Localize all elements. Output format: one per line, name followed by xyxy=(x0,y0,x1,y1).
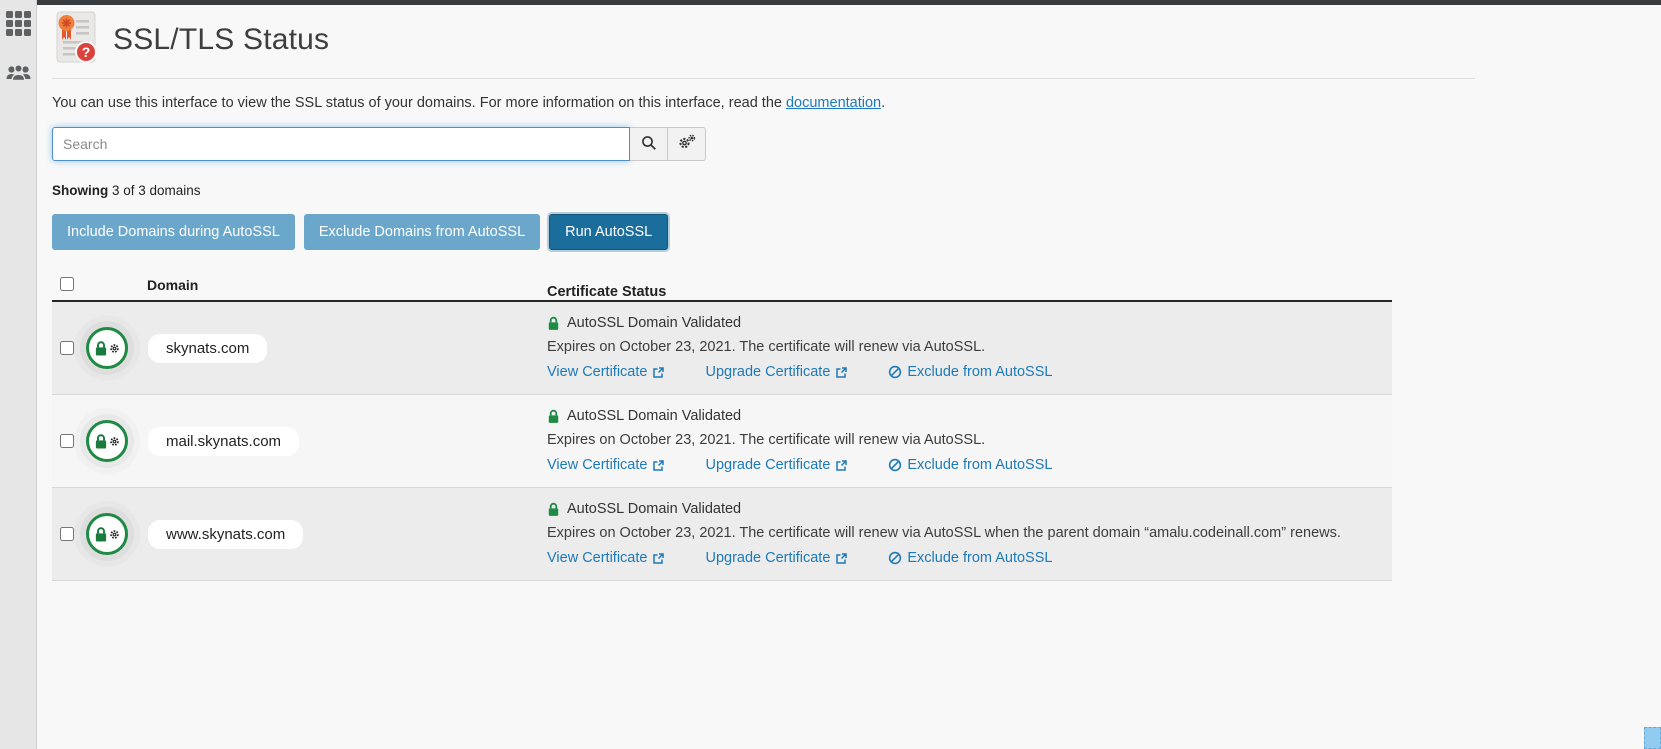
svg-text:?: ? xyxy=(82,44,91,60)
select-all-checkbox[interactable] xyxy=(60,276,74,291)
sidebar xyxy=(0,0,37,749)
lock-icon xyxy=(548,409,559,423)
autossl-actions: Include Domains during AutoSSL Exclude D… xyxy=(52,214,1475,251)
main-content: ? SSL/TLS Status You can use this interf… xyxy=(52,10,1475,582)
status-label: AutoSSL Domain Validated xyxy=(567,501,742,518)
ssl-lock-badge xyxy=(86,327,128,370)
expires-text: Expires on October 23, 2021. The certifi… xyxy=(547,432,986,449)
ban-icon xyxy=(889,458,902,472)
results-summary: Showing 3 of 3 domains xyxy=(52,183,1475,198)
top-accent-bar xyxy=(37,0,1661,5)
external-link-icon xyxy=(653,366,665,378)
ban-icon xyxy=(889,551,902,565)
exclude-from-autossl-link[interactable]: Exclude from AutoSSL xyxy=(888,364,1052,380)
domain-name: mail.skynats.com xyxy=(148,426,300,456)
row-checkbox[interactable] xyxy=(60,434,74,449)
results-summary-label: Showing xyxy=(52,183,109,198)
view-certificate-link[interactable]: View Certificate xyxy=(547,364,665,380)
gear-icon xyxy=(110,529,119,539)
exclude-from-autossl-link[interactable]: Exclude from AutoSSL xyxy=(888,550,1052,566)
documentation-link[interactable]: documentation xyxy=(786,95,881,111)
ssl-tls-status-page: ? SSL/TLS Status You can use this interf… xyxy=(0,0,1661,749)
external-link-icon xyxy=(836,552,848,564)
domains-table: Domain Certificate Status skynats.com Au… xyxy=(52,270,1392,582)
intro-text: You can use this interface to view the S… xyxy=(52,95,1475,111)
row-checkbox[interactable] xyxy=(60,527,74,542)
external-link-icon xyxy=(653,459,665,471)
view-certificate-link[interactable]: View Certificate xyxy=(547,550,665,566)
run-autossl-button[interactable]: Run AutoSSL xyxy=(549,214,669,251)
status-column-header: Certificate Status xyxy=(547,283,667,300)
upgrade-certificate-link[interactable]: Upgrade Certificate xyxy=(705,364,848,380)
ssl-certificate-icon: ? xyxy=(52,10,99,70)
external-link-icon xyxy=(653,552,665,564)
include-domains-button[interactable]: Include Domains during AutoSSL xyxy=(52,214,295,251)
ssl-lock-badge xyxy=(86,513,128,556)
table-row: www.skynats.com AutoSSL Domain Validated… xyxy=(52,488,1392,582)
intro-before: You can use this interface to view the S… xyxy=(52,95,786,111)
gear-icon xyxy=(110,436,119,446)
exclude-from-autossl-link[interactable]: Exclude from AutoSSL xyxy=(888,457,1052,473)
lock-icon xyxy=(548,502,559,516)
lock-icon xyxy=(95,526,107,542)
status-label: AutoSSL Domain Validated xyxy=(567,408,742,425)
ssl-lock-badge xyxy=(86,420,128,463)
page-title: SSL/TLS Status xyxy=(113,23,330,56)
intro-after: . xyxy=(881,95,886,111)
search-settings-button[interactable] xyxy=(668,127,706,161)
search-button[interactable] xyxy=(630,127,668,161)
external-link-icon xyxy=(836,459,848,471)
upgrade-certificate-link[interactable]: Upgrade Certificate xyxy=(705,550,848,566)
user-groups-icon[interactable] xyxy=(5,62,32,89)
upgrade-certificate-link[interactable]: Upgrade Certificate xyxy=(705,457,848,473)
table-row: mail.skynats.com AutoSSL Domain Validate… xyxy=(52,395,1392,489)
search-input[interactable] xyxy=(52,127,630,161)
domain-name: skynats.com xyxy=(148,333,268,363)
external-link-icon xyxy=(836,366,848,378)
lock-icon xyxy=(95,340,107,356)
domain-name: www.skynats.com xyxy=(148,519,304,549)
exclude-domains-button[interactable]: Exclude Domains from AutoSSL xyxy=(303,214,541,251)
gear-icon xyxy=(110,343,119,353)
lock-icon xyxy=(95,433,107,449)
table-row: skynats.com AutoSSL Domain Validated Exp… xyxy=(52,302,1392,396)
search-icon xyxy=(641,135,657,154)
scroll-indicator[interactable] xyxy=(1644,727,1661,749)
ban-icon xyxy=(889,365,902,379)
search-bar xyxy=(52,127,1475,161)
row-checkbox[interactable] xyxy=(60,341,74,356)
expires-text: Expires on October 23, 2021. The certifi… xyxy=(547,525,1341,542)
view-certificate-link[interactable]: View Certificate xyxy=(547,457,665,473)
table-header: Domain Certificate Status xyxy=(52,270,1392,303)
page-header: ? SSL/TLS Status xyxy=(52,10,1475,79)
lock-icon xyxy=(548,316,559,330)
results-summary-detail: 3 of 3 domains xyxy=(108,183,201,198)
domain-column-header: Domain xyxy=(147,277,199,294)
expires-text: Expires on October 23, 2021. The certifi… xyxy=(547,339,986,356)
status-label: AutoSSL Domain Validated xyxy=(567,315,742,332)
apps-grid-icon[interactable] xyxy=(5,11,31,36)
gears-icon xyxy=(677,134,696,154)
